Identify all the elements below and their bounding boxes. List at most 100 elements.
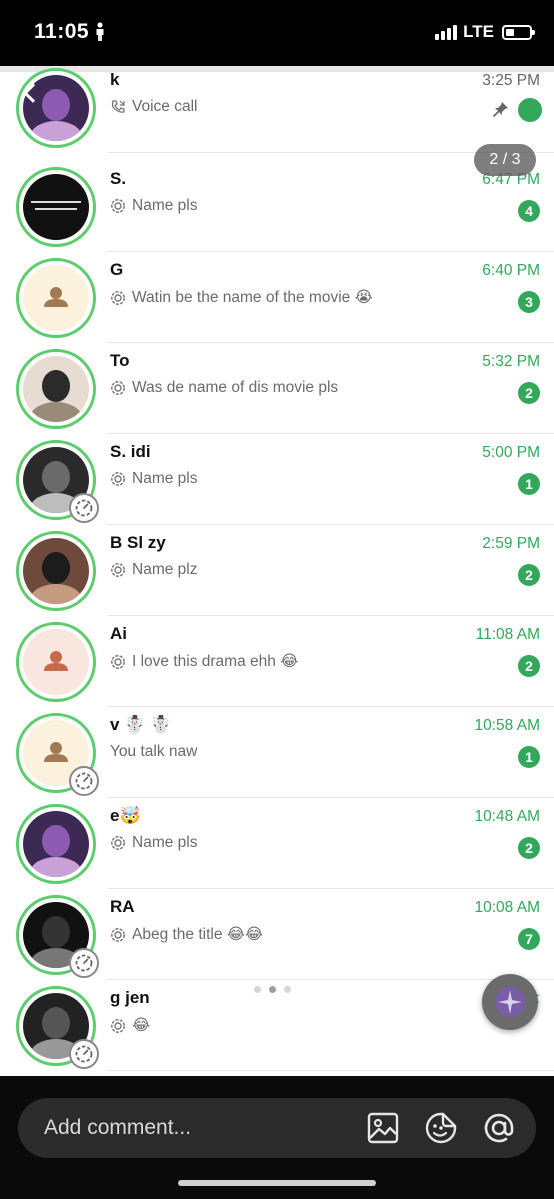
avatar[interactable] bbox=[16, 986, 99, 1069]
chat-time: 2:59 PM bbox=[482, 535, 540, 552]
chat-preview-text: You talk naw bbox=[110, 743, 198, 760]
chat-name: B Sl zy bbox=[110, 533, 166, 552]
avatar[interactable] bbox=[16, 349, 96, 429]
chat-preview-text: Abeg the title 😂😂 bbox=[132, 926, 264, 943]
page-dot-active bbox=[269, 986, 276, 993]
avatar-image bbox=[23, 629, 89, 695]
chat-time: 6:40 PM bbox=[482, 262, 540, 279]
chat-preview-text: Name pls bbox=[132, 197, 198, 214]
chat-row[interactable]: S. idi Name pls 5:00 PM 1 bbox=[0, 434, 554, 525]
status-time: 11:05 bbox=[34, 20, 90, 43]
unread-badge: 4 bbox=[518, 200, 540, 222]
chat-preview: Name pls bbox=[110, 470, 197, 488]
avatar[interactable] bbox=[16, 68, 96, 148]
chat-name: Ai bbox=[110, 624, 127, 643]
chat-time: 5:00 PM bbox=[482, 444, 540, 461]
avatar[interactable] bbox=[16, 167, 96, 247]
avatar[interactable] bbox=[16, 895, 99, 978]
chat-preview: Voice call bbox=[110, 98, 197, 116]
chat-preview: Abeg the title 😂😂 bbox=[110, 925, 263, 944]
signal-icon bbox=[435, 24, 458, 40]
chat-preview: 😂 bbox=[110, 1016, 150, 1035]
chat-time: 10:48 AM bbox=[474, 808, 541, 825]
new-chat-button[interactable] bbox=[482, 974, 538, 1030]
chat-name: G bbox=[110, 260, 124, 279]
phone-icon bbox=[111, 100, 125, 113]
avatar-image bbox=[23, 538, 89, 604]
mention-icon[interactable] bbox=[482, 1111, 516, 1145]
unread-badge: 2 bbox=[518, 837, 540, 859]
unread-badge: 2 bbox=[518, 564, 540, 586]
chat-row[interactable]: e🤯 Name pls 10:48 AM 2 bbox=[0, 798, 554, 889]
chat-preview: Name pls bbox=[110, 197, 197, 215]
online-dot bbox=[518, 98, 542, 122]
chat-time: 10:08 AM bbox=[474, 899, 541, 916]
chat-row[interactable]: G Watin be the name of the movie 😭 6:40 PM… bbox=[0, 252, 554, 343]
chat-preview: You talk naw bbox=[110, 743, 197, 761]
chat-preview-text: Name pls bbox=[132, 470, 198, 487]
avatar[interactable] bbox=[16, 258, 96, 338]
chat-row[interactable]: S. Name pls 6:47 PM 4 bbox=[0, 161, 554, 252]
avatar-image bbox=[23, 811, 89, 877]
chat-row[interactable]: k Voice call 3:25 PM bbox=[0, 66, 554, 153]
chat-row[interactable]: v ☃️ ☃️ You talk naw 10:58 AM 1 bbox=[0, 707, 554, 798]
status-reply-icon bbox=[111, 290, 125, 305]
status-reply-icon bbox=[111, 199, 125, 213]
status-reply-icon bbox=[111, 1018, 125, 1033]
chat-preview: Watin be the name of the movie 😭 bbox=[110, 288, 373, 307]
status-reply-icon bbox=[111, 927, 125, 942]
avatar[interactable] bbox=[16, 531, 96, 611]
status-icon bbox=[69, 493, 99, 523]
chat-name: e🤯 bbox=[110, 806, 141, 825]
avatar[interactable] bbox=[16, 622, 96, 702]
status-reply-icon bbox=[111, 563, 125, 577]
avatar[interactable] bbox=[16, 440, 99, 523]
status-reply-icon bbox=[111, 381, 125, 395]
person-icon bbox=[96, 22, 104, 41]
home-indicator bbox=[178, 1180, 376, 1186]
chat-preview: Name plz bbox=[110, 561, 197, 579]
chat-preview-text: Name pls bbox=[132, 834, 198, 851]
chat-name: k bbox=[110, 70, 120, 89]
avatar[interactable] bbox=[16, 804, 96, 884]
chat-time: 3:25 PM bbox=[482, 72, 540, 89]
chat-preview-text: Name plz bbox=[132, 561, 198, 578]
chat-preview: Was de name of dis movie pls bbox=[110, 379, 338, 397]
chat-preview-text: Watin be the name of the movie 😭 bbox=[132, 289, 373, 306]
avatar[interactable] bbox=[16, 713, 99, 796]
status-icon bbox=[69, 948, 99, 978]
sticker-icon[interactable] bbox=[424, 1111, 458, 1145]
avatar-image bbox=[23, 265, 89, 331]
comment-placeholder: Add comment... bbox=[44, 1116, 192, 1139]
chat-name: S. idi bbox=[110, 442, 151, 461]
status-reply-icon bbox=[111, 472, 125, 486]
bottom-bar: Add comment... bbox=[0, 1076, 554, 1199]
avatar-image bbox=[23, 356, 89, 422]
comment-input[interactable]: Add comment... bbox=[18, 1098, 536, 1158]
chat-row[interactable]: g jen😂10: bbox=[0, 980, 554, 1071]
chat-name: RA bbox=[110, 897, 135, 916]
status-icon bbox=[69, 1039, 99, 1069]
chat-row[interactable]: RA Abeg the title 😂😂 10:08 AM 7 bbox=[0, 889, 554, 980]
chat-row[interactable]: B Sl zy Name plz 2:59 PM 2 bbox=[0, 525, 554, 616]
chat-preview-text: I love this drama ehh 😂 bbox=[132, 653, 299, 670]
unread-badge: 1 bbox=[518, 746, 540, 768]
image-icon[interactable] bbox=[366, 1111, 400, 1145]
status-icon bbox=[69, 766, 99, 796]
network-label: LTE bbox=[463, 22, 494, 41]
chat-preview-text: Voice call bbox=[132, 98, 198, 115]
chat-preview: I love this drama ehh 😂 bbox=[110, 652, 298, 671]
page-dot bbox=[254, 986, 261, 993]
chat-name: g jen bbox=[110, 988, 150, 1007]
pin-icon bbox=[493, 102, 508, 117]
chat-row[interactable]: Ai I love this drama ehh 😂 11:08 AM 2 bbox=[0, 616, 554, 707]
row-divider bbox=[108, 1070, 554, 1071]
page-dot bbox=[284, 986, 291, 993]
chat-time: 10:58 AM bbox=[474, 717, 541, 734]
chat-name: To bbox=[110, 351, 130, 370]
unread-badge: 3 bbox=[518, 291, 540, 313]
chat-row[interactable]: To Was de name of dis movie pls 5:32 PM 2 bbox=[0, 343, 554, 434]
chat-name: S. bbox=[110, 169, 127, 188]
chat-time: 5:32 PM bbox=[482, 353, 540, 370]
unread-badge: 2 bbox=[518, 655, 540, 677]
